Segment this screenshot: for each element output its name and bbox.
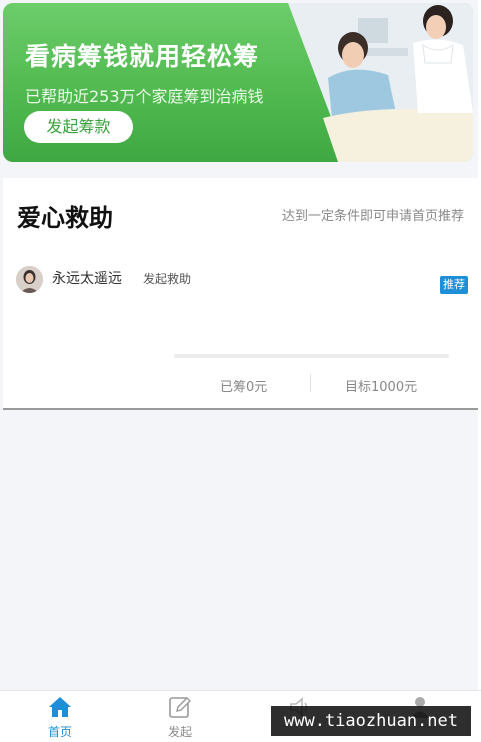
progress-bar xyxy=(174,354,449,358)
section-title: 爱心救助 xyxy=(17,204,113,232)
campaign-section: 爱心救助 达到一定条件即可申请首页推荐 永远太遥远 发起救助 推荐 已筹0元 目… xyxy=(3,178,478,410)
watermark: www.tiaozhuan.net xyxy=(271,706,471,736)
banner-subtitle: 已帮助近253万个家庭筹到治病钱 xyxy=(25,87,264,106)
home-icon xyxy=(49,697,71,717)
stat-divider xyxy=(310,374,311,392)
section-hint[interactable]: 达到一定条件即可申请首页推荐 xyxy=(282,205,464,224)
tab-label: 发起 xyxy=(167,725,192,739)
tab-start[interactable]: 发起 xyxy=(120,691,240,742)
raised-amount: 已筹0元 xyxy=(220,380,268,395)
user-name[interactable]: 永远太遥远 xyxy=(52,268,122,288)
banner-title: 看病筹钱就用轻松筹 xyxy=(25,42,260,71)
start-fundraise-button[interactable]: 发起筹款 xyxy=(24,111,133,143)
promo-banner[interactable]: 看病筹钱就用轻松筹 已帮助近253万个家庭筹到治病钱 发起筹款 xyxy=(3,3,473,162)
avatar[interactable] xyxy=(16,266,43,293)
edit-icon xyxy=(169,697,191,718)
campaign-action: 发起救助 xyxy=(143,272,192,286)
tab-label: 首页 xyxy=(47,725,72,739)
goal-amount: 目标1000元 xyxy=(345,380,418,395)
tab-home[interactable]: 首页 xyxy=(0,691,120,742)
recommend-badge: 推荐 xyxy=(440,276,468,294)
